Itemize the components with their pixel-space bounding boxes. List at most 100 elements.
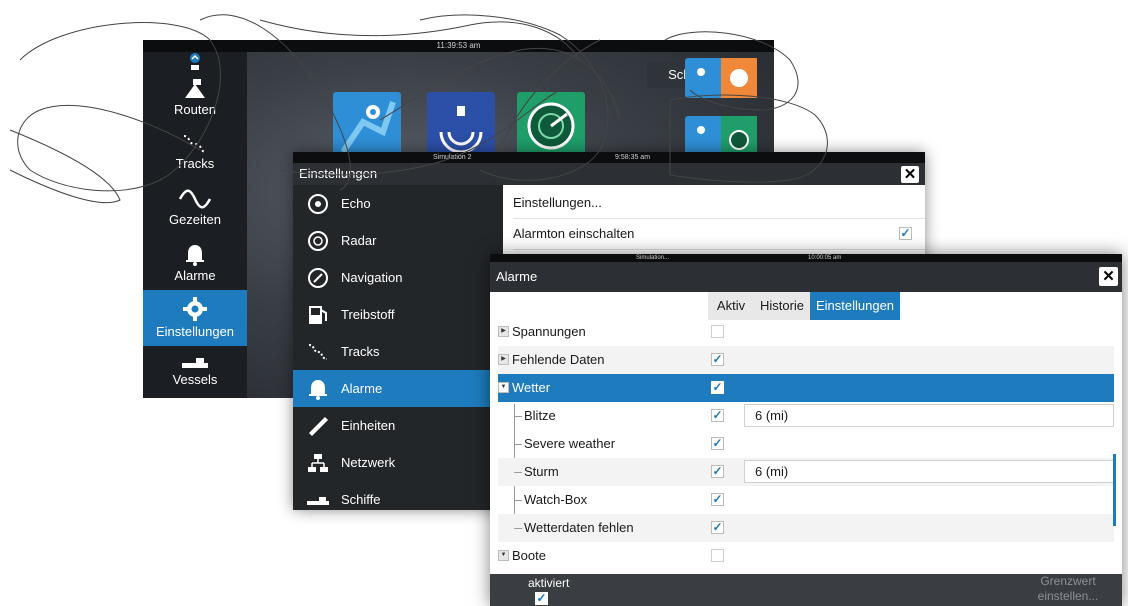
tree-connector xyxy=(514,500,522,501)
alarm-checkbox[interactable]: ✓ xyxy=(711,493,724,506)
network-icon xyxy=(308,454,328,472)
home-sidebar: Routen Tracks Gezeiten Alarme Einstellun… xyxy=(143,52,247,398)
alarm-row-blitze[interactable]: Blitze ✓ 6 (mi) xyxy=(498,402,1114,430)
row-label: Spannungen xyxy=(512,324,586,339)
tab-aktiv[interactable]: Aktiv xyxy=(708,292,754,320)
sidebar-item-label: Schiffe xyxy=(341,492,381,507)
sidebar-item-alarme[interactable]: Alarme xyxy=(143,242,247,286)
sidebar-item-label: Tracks xyxy=(341,344,380,359)
tree-connector xyxy=(514,444,522,445)
alarm-row-wetterdaten-fehlen[interactable]: Wetterdaten fehlen ✓ xyxy=(498,514,1114,542)
radar-icon xyxy=(527,102,575,150)
sidebar-item-top[interactable] xyxy=(143,52,247,76)
sidebar-item-label: Einstellungen xyxy=(155,324,235,339)
row-label: Wetterdaten fehlen xyxy=(524,520,634,535)
sidebar-item-einheiten[interactable]: Einheiten xyxy=(293,407,503,444)
vessels-icon xyxy=(307,497,329,505)
map-pin-icon xyxy=(340,101,396,154)
alarm-checkbox[interactable]: ✓ xyxy=(711,409,724,422)
row-label: Blitze xyxy=(524,408,556,423)
radar-icon xyxy=(308,231,328,251)
sidebar-item-alarme[interactable]: Alarme xyxy=(293,370,503,407)
row-label: Fehlende Daten xyxy=(512,352,605,367)
chart-app-icon[interactable] xyxy=(333,92,401,160)
sidebar-item-label: Alarme xyxy=(341,381,383,396)
settings-title-bar: Einstellungen xyxy=(293,163,925,185)
sidebar-item-routen[interactable]: Routen xyxy=(143,78,247,120)
alarms-status-bar: Simulation... 10:00:05 am xyxy=(490,254,1122,262)
radar-app-icon[interactable] xyxy=(517,92,585,160)
collapse-icon[interactable]: ▼ xyxy=(498,550,509,561)
echo-icon xyxy=(308,194,328,214)
sidebar-item-echo[interactable]: Echo xyxy=(293,185,503,222)
alarm-checkbox[interactable]: ✓ xyxy=(711,353,724,366)
sidebar-item-schiffe[interactable]: Schiffe xyxy=(293,481,503,510)
alarm-row-boote[interactable]: ▼ Boote xyxy=(498,542,1114,570)
alarm-checkbox[interactable] xyxy=(711,325,724,338)
alarm-sound-checkbox[interactable]: ✓ xyxy=(899,227,912,240)
status-time: 10:00:05 am xyxy=(808,255,842,261)
settings-row-alarmton[interactable]: Alarmton einschalten ✓ xyxy=(513,219,925,250)
alarm-row-severe-weather[interactable]: Severe weather ✓ xyxy=(498,430,1114,458)
tracks-icon xyxy=(183,135,207,153)
sidebar-item-tracks[interactable]: Tracks xyxy=(143,132,247,176)
close-button[interactable]: ✕ xyxy=(1099,267,1118,286)
sonar-app-icon[interactable] xyxy=(427,92,495,160)
sidebar-item-label: Alarme xyxy=(174,268,216,283)
sidebar-item-netzwerk[interactable]: Netzwerk xyxy=(293,444,503,481)
row-label: Sturm xyxy=(524,464,559,479)
alarm-checkbox[interactable]: ✓ xyxy=(711,381,724,394)
tab-einstellungen[interactable]: Einstellungen xyxy=(810,292,900,320)
scrollbar[interactable] xyxy=(1113,454,1116,526)
sidebar-item-label: Gezeiten xyxy=(168,212,222,227)
sidebar-item-label: Netzwerk xyxy=(341,455,396,470)
status-time: 9:58:35 am xyxy=(615,154,651,161)
ruler-icon xyxy=(309,417,328,436)
alarm-checkbox[interactable]: ✓ xyxy=(711,521,724,534)
alarm-checkbox[interactable] xyxy=(711,549,724,562)
bell-icon xyxy=(309,380,327,400)
tides-icon xyxy=(178,189,212,209)
home-status-bar: 11:39:53 am xyxy=(143,40,774,52)
split-pane-icon xyxy=(697,68,748,87)
chart-radar-split-icon[interactable] xyxy=(685,116,757,156)
fuel-icon xyxy=(309,306,327,324)
row-label: Einstellungen... xyxy=(513,195,602,210)
alarm-row-spannungen[interactable]: ▶ Spannungen xyxy=(498,318,1114,346)
sonar-icon xyxy=(439,106,483,154)
settings-row-einstellungen[interactable]: Einstellungen... xyxy=(513,188,925,219)
alarm-checkbox[interactable]: ✓ xyxy=(711,465,724,478)
split-pane-icon xyxy=(697,126,749,150)
alarm-row-sturm[interactable]: Sturm ✓ 6 (mi) xyxy=(498,458,1114,486)
limit-value[interactable]: 6 (mi) xyxy=(744,404,1114,427)
expand-icon[interactable]: ▶ xyxy=(498,326,509,337)
alarms-title-bar: Alarme xyxy=(490,262,1122,292)
tree-connector xyxy=(514,472,522,473)
sidebar-item-gezeiten[interactable]: Gezeiten xyxy=(143,188,247,232)
sidebar-item-label: Treibstoff xyxy=(341,307,395,322)
alarms-footer: aktiviert ✓ Grenzwert einstellen... xyxy=(490,574,1122,606)
alarm-checkbox[interactable]: ✓ xyxy=(711,437,724,450)
expand-icon[interactable]: ▶ xyxy=(498,354,509,365)
sidebar-item-vessels[interactable]: Vessels xyxy=(143,356,247,398)
alarm-row-wetter[interactable]: ▼ Wetter ✓ xyxy=(498,374,1114,402)
sidebar-item-navigation[interactable]: Navigation xyxy=(293,259,503,296)
limit-value[interactable]: 6 (mi) xyxy=(744,460,1114,483)
close-button[interactable]: ✕ xyxy=(901,166,919,183)
row-label: Watch-Box xyxy=(524,492,588,507)
sidebar-item-treibstoff[interactable]: Treibstoff xyxy=(293,296,503,333)
alarm-row-fehlende-daten[interactable]: ▶ Fehlende Daten ✓ xyxy=(498,346,1114,374)
tab-historie[interactable]: Historie xyxy=(754,292,810,320)
enabled-checkbox[interactable]: ✓ xyxy=(535,592,548,605)
sidebar-item-tracks[interactable]: Tracks xyxy=(293,333,503,370)
sidebar-item-einstellungen[interactable]: Einstellungen xyxy=(143,290,247,346)
set-threshold-button[interactable]: Grenzwert einstellen... xyxy=(1018,574,1118,604)
tracks-icon xyxy=(308,344,328,360)
sidebar-item-radar[interactable]: Radar xyxy=(293,222,503,259)
alarm-row-watch-box[interactable]: Watch-Box ✓ xyxy=(498,486,1114,514)
collapse-icon[interactable]: ▼ xyxy=(498,382,509,393)
chart-sonar-split-icon[interactable] xyxy=(685,58,757,98)
status-label: Simulation... xyxy=(636,255,670,261)
top-icon xyxy=(190,53,200,70)
sidebar-item-label: Vessels xyxy=(172,372,218,387)
